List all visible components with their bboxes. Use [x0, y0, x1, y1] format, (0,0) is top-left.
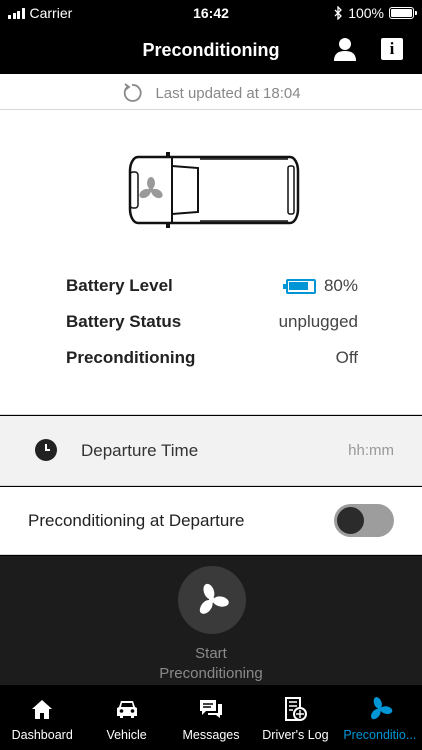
preconditioning-at-departure-row: Preconditioning at Departure: [0, 487, 422, 555]
start-preconditioning-button[interactable]: [178, 566, 246, 634]
preconditioning-at-departure-toggle[interactable]: [334, 504, 394, 537]
clock-icon: [35, 439, 57, 461]
last-updated-text: Last updated at 18:04: [155, 84, 301, 102]
battery-icon: [389, 7, 417, 19]
action-panel: Start Preconditioning: [0, 556, 422, 685]
info-icon[interactable]: i: [381, 38, 403, 60]
user-icon[interactable]: [332, 36, 358, 62]
battery-level-icon: [282, 278, 316, 294]
battery-level-row: Battery Level 80%: [66, 274, 358, 298]
tab-label: Driver's Log: [262, 728, 329, 742]
refresh-icon[interactable]: [121, 82, 143, 104]
bluetooth-icon: [334, 6, 343, 20]
battery-status-row: Battery Status unplugged: [66, 310, 358, 334]
departure-time-row[interactable]: Departure Time hh:mm: [0, 416, 422, 486]
tab-vehicle[interactable]: Vehicle: [84, 686, 168, 750]
departure-time-input[interactable]: hh:mm: [348, 442, 394, 459]
battery-status-value: unplugged: [278, 312, 358, 331]
page-title: Preconditioning: [142, 40, 280, 60]
battery-status-label: Battery Status: [66, 312, 182, 331]
tab-label: Messages: [182, 728, 240, 742]
tab-bar: Dashboard Vehicle Messages Driver's Log: [0, 686, 422, 750]
preconditioning-at-departure-label: Preconditioning at Departure: [28, 511, 245, 530]
messages-icon: [200, 700, 223, 718]
tab-label: Vehicle: [106, 728, 147, 742]
fan-icon: [370, 697, 393, 720]
battery-level-value: 80%: [323, 276, 358, 295]
navigation-bar: Preconditioning i: [0, 26, 422, 74]
tab-label: Preconditio...: [343, 728, 417, 742]
battery-percent: 100%: [348, 5, 384, 21]
tab-label: Dashboard: [11, 728, 73, 742]
start-label-line-1: Start: [195, 645, 227, 662]
vehicle-topview-icon: [128, 152, 300, 228]
preconditioning-status-row: Preconditioning Off: [66, 346, 358, 370]
house-icon: [32, 700, 53, 719]
vehicle-status-card: Battery Level 80% Battery Status unplugg…: [0, 110, 422, 415]
tab-preconditioning[interactable]: Preconditio...: [338, 686, 422, 750]
last-updated-bar[interactable]: Last updated at 18:04: [0, 74, 422, 110]
log-icon: [285, 697, 308, 721]
tab-dashboard[interactable]: Dashboard: [0, 686, 84, 750]
toggle-knob: [337, 507, 364, 534]
start-label-line-2: Preconditioning: [159, 665, 263, 682]
car-icon: [116, 701, 137, 718]
battery-level-label: Battery Level: [66, 276, 173, 295]
tab-messages[interactable]: Messages: [169, 686, 253, 750]
start-preconditioning-label[interactable]: Start Preconditioning: [0, 644, 422, 684]
tab-drivers-log[interactable]: Driver's Log: [253, 686, 337, 750]
status-bar: Carrier 16:42 100%: [0, 0, 422, 26]
fan-icon: [199, 583, 229, 614]
departure-time-label: Departure Time: [81, 441, 199, 460]
preconditioning-status-value: Off: [335, 348, 358, 367]
preconditioning-status-label: Preconditioning: [66, 348, 196, 367]
